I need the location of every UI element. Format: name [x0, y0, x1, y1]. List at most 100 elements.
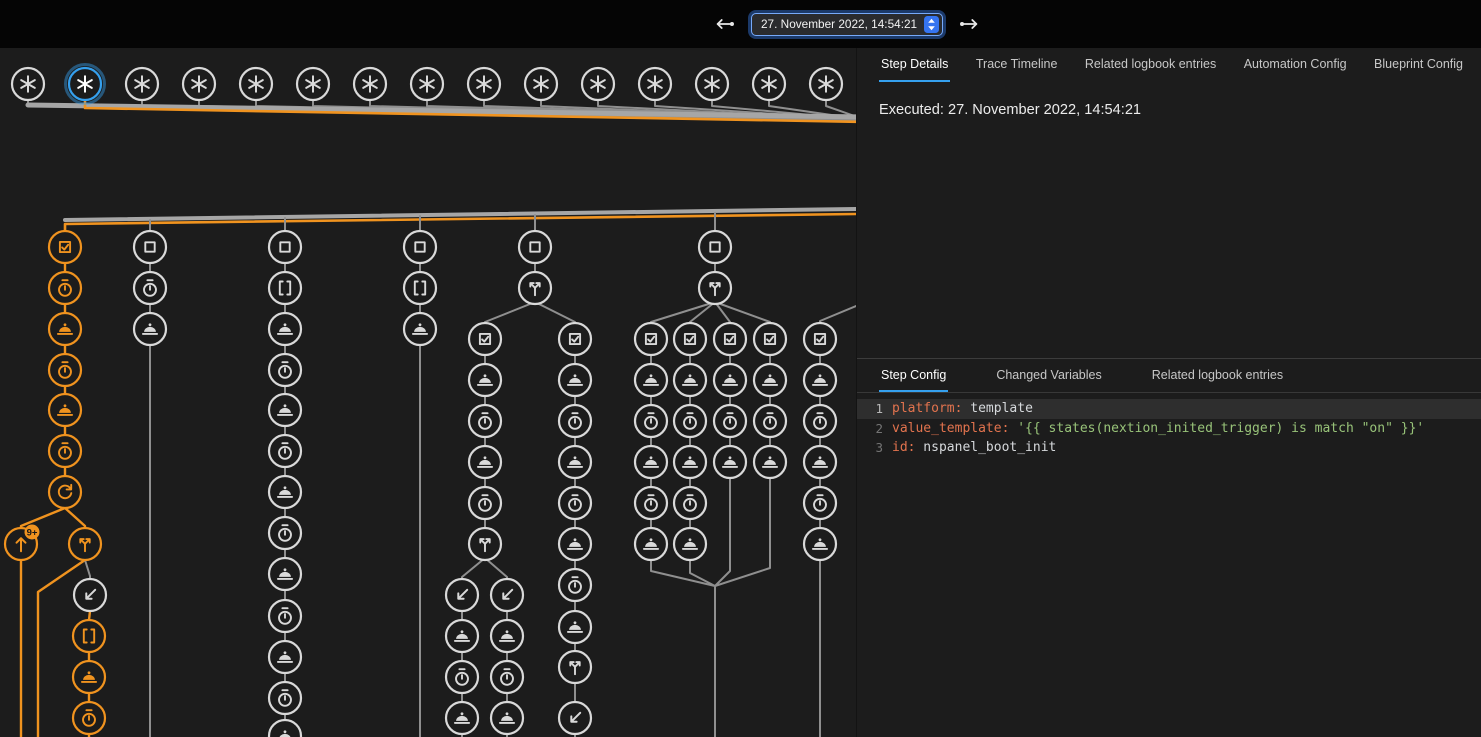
graph-node-asterisk[interactable]: [297, 68, 329, 100]
tab-related-logbook-entries[interactable]: Related logbook entries: [1083, 48, 1218, 82]
graph-node-service[interactable]: [714, 446, 746, 478]
graph-node-arrow-dl[interactable]: [74, 579, 106, 611]
graph-node-service[interactable]: [49, 394, 81, 426]
graph-node-cond[interactable]: [469, 323, 501, 355]
graph-node-service[interactable]: [269, 394, 301, 426]
graph-node-square[interactable]: [519, 231, 551, 263]
graph-node-cond[interactable]: [754, 323, 786, 355]
graph-node-service[interactable]: [559, 364, 591, 396]
graph-node-timer[interactable]: [269, 435, 301, 467]
tab-step-details[interactable]: Step Details: [879, 48, 950, 82]
graph-node-timer[interactable]: [674, 487, 706, 519]
tab-trace-timeline[interactable]: Trace Timeline: [974, 48, 1060, 82]
graph-node-split[interactable]: [69, 528, 101, 560]
graph-node-service[interactable]: [635, 528, 667, 560]
tab-automation-config[interactable]: Automation Config: [1242, 48, 1349, 82]
graph-node-timer[interactable]: [804, 487, 836, 519]
next-run-button[interactable]: [956, 11, 982, 37]
graph-node-square[interactable]: [134, 231, 166, 263]
graph-node-split[interactable]: [519, 272, 551, 304]
graph-node-timer[interactable]: [754, 405, 786, 437]
graph-node-timer[interactable]: [269, 517, 301, 549]
graph-node-service[interactable]: [804, 528, 836, 560]
graph-node-timer[interactable]: [674, 405, 706, 437]
yaml-editor[interactable]: 1platform: template2value_template: '{{ …: [857, 399, 1481, 458]
graph-node-arrow-dl[interactable]: [559, 702, 591, 734]
graph-node-brackets[interactable]: [269, 272, 301, 304]
graph-node-asterisk[interactable]: [810, 68, 842, 100]
graph-node-timer[interactable]: [49, 272, 81, 304]
graph-node-cond[interactable]: [635, 323, 667, 355]
graph-node-service[interactable]: [754, 446, 786, 478]
graph-node-cond[interactable]: [674, 323, 706, 355]
graph-node-timer[interactable]: [269, 682, 301, 714]
graph-node-arrow-dl[interactable]: [491, 579, 523, 611]
graph-node-asterisk[interactable]: [354, 68, 386, 100]
graph-node-arrow-dl[interactable]: [446, 579, 478, 611]
graph-node-service[interactable]: [49, 313, 81, 345]
graph-node-service[interactable]: [674, 528, 706, 560]
graph-node-timer[interactable]: [491, 661, 523, 693]
tab-changed-variables[interactable]: Changed Variables: [994, 359, 1103, 392]
graph-node-timer[interactable]: [559, 569, 591, 601]
graph-node-asterisk[interactable]: [468, 68, 500, 100]
graph-node-service[interactable]: [635, 364, 667, 396]
graph-node-timer[interactable]: [49, 354, 81, 386]
tab-blueprint-config[interactable]: Blueprint Config: [1372, 48, 1465, 82]
graph-node-asterisk[interactable]: [639, 68, 671, 100]
graph-node-asterisk[interactable]: [240, 68, 272, 100]
graph-node-asterisk[interactable]: [696, 68, 728, 100]
graph-node-cond[interactable]: [804, 323, 836, 355]
graph-node-timer[interactable]: [559, 405, 591, 437]
graph-node-timer[interactable]: [469, 487, 501, 519]
graph-node-brackets[interactable]: [404, 272, 436, 304]
graph-node-service[interactable]: [635, 446, 667, 478]
graph-node-service[interactable]: [269, 476, 301, 508]
graph-node-service[interactable]: [446, 702, 478, 734]
graph-node-service[interactable]: [73, 661, 105, 693]
graph-node-asterisk[interactable]: [411, 68, 443, 100]
graph-node-service[interactable]: [559, 611, 591, 643]
graph-node-square[interactable]: [699, 231, 731, 263]
graph-node-split[interactable]: [559, 651, 591, 683]
graph-node-service[interactable]: [674, 364, 706, 396]
graph-node-timer[interactable]: [635, 405, 667, 437]
graph-node-service[interactable]: [469, 364, 501, 396]
graph-node-timer[interactable]: [269, 354, 301, 386]
graph-node-cond[interactable]: [49, 231, 81, 263]
graph-node-square[interactable]: [404, 231, 436, 263]
tab-related-logbook-entries[interactable]: Related logbook entries: [1150, 359, 1285, 392]
graph-node-service[interactable]: [469, 446, 501, 478]
graph-node-service[interactable]: [134, 313, 166, 345]
graph-node-timer[interactable]: [73, 702, 105, 734]
graph-node-split[interactable]: [699, 272, 731, 304]
graph-node-cond[interactable]: [559, 323, 591, 355]
graph-node-asterisk[interactable]: [753, 68, 785, 100]
graph-node-repeat[interactable]: [49, 476, 81, 508]
graph-node-timer[interactable]: [714, 405, 746, 437]
graph-node-timer[interactable]: [804, 405, 836, 437]
graph-node-timer[interactable]: [134, 272, 166, 304]
graph-node-service[interactable]: [491, 620, 523, 652]
graph-node-asterisk[interactable]: [183, 68, 215, 100]
graph-node-brackets[interactable]: [73, 620, 105, 652]
graph-node-service[interactable]: [269, 720, 301, 737]
graph-node-asterisk[interactable]: [525, 68, 557, 100]
graph-node-asterisk[interactable]: [12, 68, 44, 100]
graph-node-service[interactable]: [804, 446, 836, 478]
graph-node-cond[interactable]: [714, 323, 746, 355]
graph-node-service[interactable]: [269, 558, 301, 590]
graph-node-asterisk[interactable]: [126, 68, 158, 100]
graph-node-timer[interactable]: [469, 405, 501, 437]
graph-node-service[interactable]: [754, 364, 786, 396]
graph-node-square[interactable]: [269, 231, 301, 263]
graph-node-service[interactable]: [269, 313, 301, 345]
graph-node-timer[interactable]: [446, 661, 478, 693]
graph-node-timer[interactable]: [559, 487, 591, 519]
previous-run-button[interactable]: [712, 11, 738, 37]
graph-node-split[interactable]: [469, 528, 501, 560]
graph-node-asterisk[interactable]: [582, 68, 614, 100]
tab-step-config[interactable]: Step Config: [879, 359, 948, 392]
run-select[interactable]: 27. November 2022, 14:54:21: [751, 13, 943, 36]
graph-node-asterisk[interactable]: [66, 65, 105, 104]
